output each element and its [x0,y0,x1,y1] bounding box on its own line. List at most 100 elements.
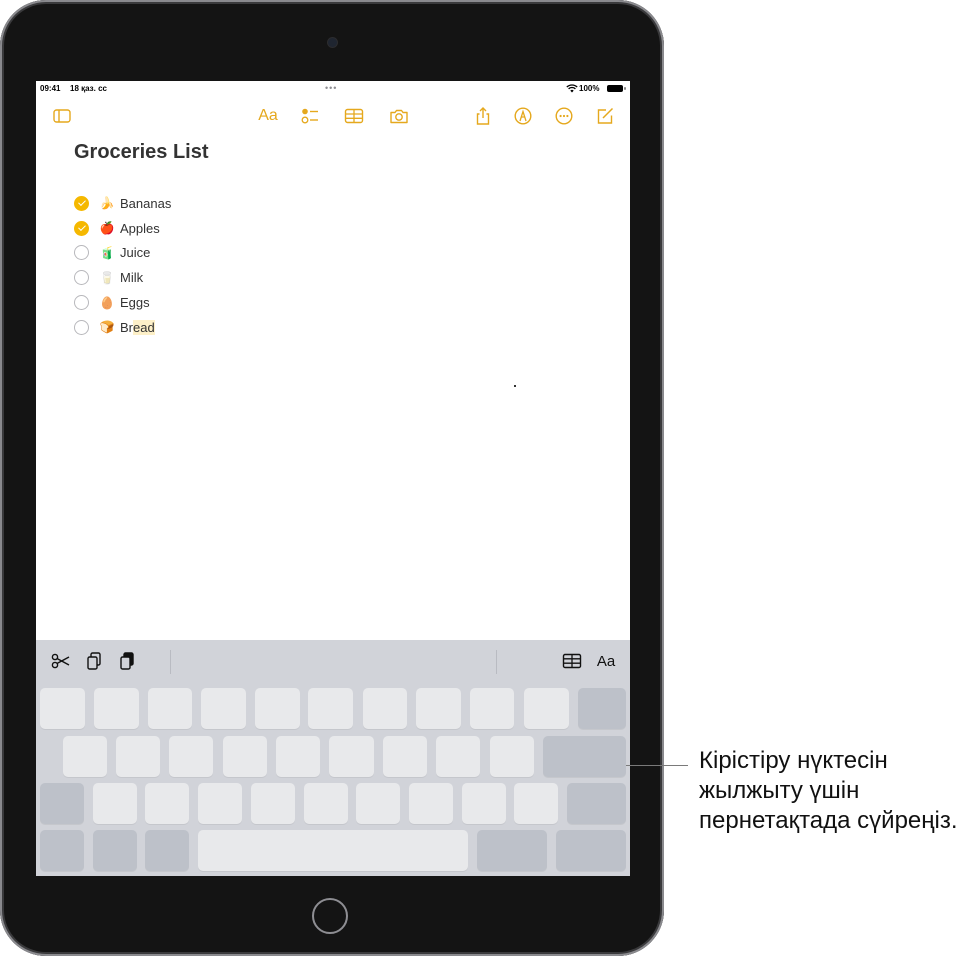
item-text[interactable]: Bananas [120,196,171,211]
sidebar-icon [53,109,71,123]
keyboard-key[interactable] [543,736,626,777]
ipad-device: 09:41 18 қаз. сс ••• 100% Aa Groceries L… [0,0,664,956]
checklist-icon [301,108,318,124]
text-before-selection: Br [120,319,133,335]
checkbox-unchecked[interactable] [74,245,89,261]
keyboard-key[interactable] [383,736,427,777]
camera-icon [390,109,408,124]
paste-button[interactable] [115,650,139,672]
checkbox-unchecked[interactable] [74,319,89,335]
keyboard-key[interactable] [308,688,353,729]
keyboard-key[interactable] [462,783,506,824]
sidebar-toggle-button[interactable] [51,105,73,127]
egg-emoji: 🥚 [99,295,115,310]
divider [170,650,171,674]
keyboard-key[interactable] [198,783,242,824]
status-time: 09:41 [40,84,61,93]
keyboard-key[interactable] [329,736,374,777]
keyboard-key[interactable] [223,736,267,777]
keyboard-key[interactable] [567,783,626,824]
keyboard-key[interactable] [276,736,320,777]
keyboard-key[interactable] [416,688,461,729]
kb-table-button[interactable] [560,650,584,672]
copy-icon [87,652,101,670]
checkbox-unchecked[interactable] [74,270,89,286]
keyboard-key[interactable] [116,736,160,777]
milk-emoji: 🥛 [99,270,115,285]
keyboard-key[interactable] [93,783,137,824]
cut-button[interactable] [49,650,73,672]
keyboard-key[interactable] [201,688,246,729]
battery-percent: 100% [579,84,600,93]
format-button[interactable]: Aa [255,105,281,127]
keyboard-key[interactable] [356,783,400,824]
keyboard-key[interactable] [477,830,547,871]
share-icon [476,107,490,125]
keyboard-key[interactable] [524,688,569,729]
format-label: Aa [596,652,616,670]
keyboard-key[interactable] [145,830,189,871]
keyboard-shortcut-bar: Aa [36,640,630,684]
keyboard-key[interactable] [255,688,300,729]
keyboard-key[interactable] [363,688,407,729]
note-title[interactable]: Groceries List [74,141,209,164]
keyboard-key[interactable] [556,830,626,871]
keyboard-key[interactable] [169,736,213,777]
checkbox-checked[interactable] [74,220,89,236]
copy-button[interactable] [82,650,106,672]
keyboard-key[interactable] [436,736,480,777]
keyboard-key[interactable] [145,783,189,824]
selected-text[interactable]: ead [133,319,155,335]
markup-button[interactable] [512,105,534,127]
more-icon [555,107,573,125]
keyboard-key[interactable] [40,830,84,871]
keyboard-trackpad-area[interactable] [36,684,630,876]
paste-icon [120,652,134,670]
compose-button[interactable] [594,105,616,127]
keyboard-key[interactable] [40,688,85,729]
space-bar[interactable] [198,830,468,871]
checkbox-checked[interactable] [74,195,89,211]
keyboard-key[interactable] [63,736,107,777]
kb-format-button[interactable]: Aa [594,650,618,672]
keyboard-key[interactable] [251,783,295,824]
keyboard-key[interactable] [93,830,137,871]
stray-dot [514,385,516,387]
compose-icon [597,107,614,124]
more-button[interactable] [553,105,575,127]
checkbox-unchecked[interactable] [74,295,89,311]
keyboard-key[interactable] [490,736,534,777]
banana-emoji: 🍌 [99,196,115,211]
checklist-item-juice: 🧃 Juice [74,241,171,266]
keyboard-key[interactable] [148,688,192,729]
format-label: Aa [258,107,278,124]
checklist-item-apples: 🍎 Apples [74,216,171,241]
checklist-item-bananas: 🍌 Bananas [74,191,171,216]
keyboard-key[interactable] [304,783,348,824]
keyboard-key[interactable] [470,688,514,729]
keyboard-key[interactable] [94,688,139,729]
keyboard-key[interactable] [40,783,84,824]
keyboard-key[interactable] [578,688,626,729]
camera-button[interactable] [388,105,410,127]
share-button[interactable] [472,105,494,127]
item-text[interactable]: Eggs [120,295,150,310]
item-text[interactable]: Bread [120,319,155,335]
item-text[interactable]: Milk [120,270,143,285]
table-icon [562,653,582,669]
front-camera [328,38,337,47]
screen: 09:41 18 қаз. сс ••• 100% Aa Groceries L… [36,81,630,876]
item-text[interactable]: Apples [120,221,160,236]
juice-emoji: 🧃 [99,245,115,260]
wifi-icon [566,84,578,93]
item-text[interactable]: Juice [120,245,150,260]
keyboard-key[interactable] [409,783,453,824]
multitasking-dots[interactable]: ••• [325,83,337,93]
home-button[interactable] [312,898,348,934]
keyboard-key[interactable] [514,783,558,824]
status-date: 18 қаз. сс [70,84,107,93]
checklist: 🍌 Bananas 🍎 Apples 🧃 Juice 🥛 Milk 🥚 Eggs… [74,191,171,340]
table-button[interactable] [343,105,365,127]
checklist-item-milk: 🥛 Milk [74,265,171,290]
checklist-button[interactable] [299,105,321,127]
